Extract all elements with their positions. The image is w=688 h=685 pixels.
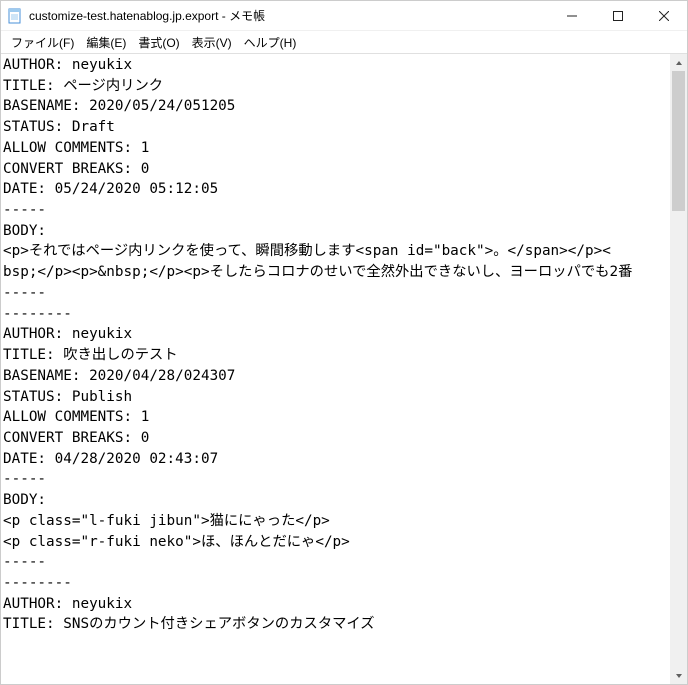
- window-title: customize-test.hatenablog.jp.export - メモ…: [29, 7, 549, 24]
- text-editor[interactable]: AUTHOR: neyukix TITLE: ページ内リンク BASENAME:…: [1, 54, 670, 684]
- minimize-button[interactable]: [549, 1, 595, 31]
- menu-file[interactable]: ファイル(F): [5, 32, 80, 53]
- scrollbar-thumb[interactable]: [672, 71, 685, 211]
- menubar: ファイル(F) 編集(E) 書式(O) 表示(V) ヘルプ(H): [1, 31, 687, 53]
- menu-edit[interactable]: 編集(E): [80, 32, 132, 53]
- maximize-button[interactable]: [595, 1, 641, 31]
- menu-help[interactable]: ヘルプ(H): [238, 32, 303, 53]
- titlebar: customize-test.hatenablog.jp.export - メモ…: [1, 1, 687, 31]
- close-button[interactable]: [641, 1, 687, 31]
- scroll-down-button[interactable]: [670, 667, 687, 684]
- vertical-scrollbar[interactable]: [670, 54, 687, 684]
- notepad-icon: [7, 8, 23, 24]
- menu-view[interactable]: 表示(V): [186, 32, 238, 53]
- window-controls: [549, 1, 687, 30]
- content-area: AUTHOR: neyukix TITLE: ページ内リンク BASENAME:…: [1, 53, 687, 684]
- scroll-up-button[interactable]: [670, 54, 687, 71]
- scrollbar-track[interactable]: [670, 71, 687, 667]
- menu-format[interactable]: 書式(O): [132, 32, 185, 53]
